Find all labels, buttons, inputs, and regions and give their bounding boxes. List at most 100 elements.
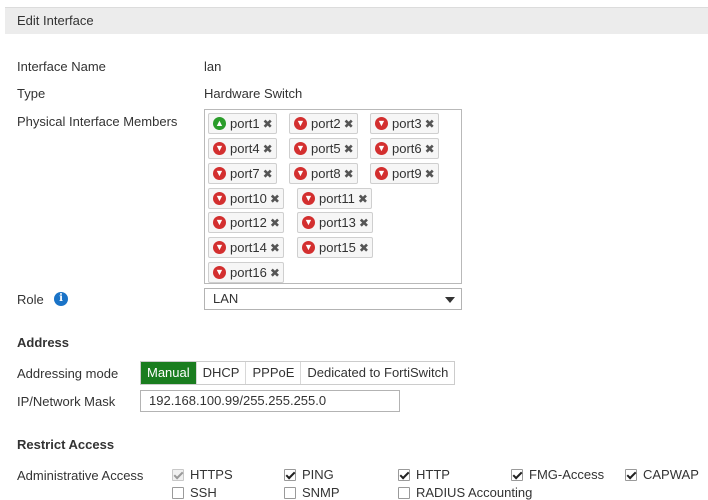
checkbox-checked-icon[interactable] xyxy=(398,468,410,481)
addressing-mode-label: Addressing mode xyxy=(17,366,119,381)
checkbox-unchecked-icon[interactable] xyxy=(172,486,184,499)
admin-access-label: SNMP xyxy=(302,485,340,500)
close-icon[interactable]: ✖ xyxy=(358,192,368,206)
admin-access-label: RADIUS Accounting xyxy=(416,485,533,500)
close-icon[interactable]: ✖ xyxy=(425,117,435,131)
addressing-mode-option-manual[interactable]: Manual xyxy=(141,362,196,384)
member-chip-label: port9 xyxy=(392,166,422,181)
close-icon[interactable]: ✖ xyxy=(425,142,435,156)
addressing-mode-option-dedicated-to-fortiswitch[interactable]: Dedicated to FortiSwitch xyxy=(300,362,454,384)
interface-name-label: Interface Name xyxy=(17,59,106,74)
member-chip-label: port13 xyxy=(319,215,356,230)
interface-name-value: lan xyxy=(204,59,222,74)
admin-access-label: SSH xyxy=(190,485,217,500)
administrative-access-label: Administrative Access xyxy=(17,468,144,483)
ip-mask-value: 192.168.100.99/255.255.255.0 xyxy=(149,393,327,408)
member-chip-port2: ▼ port2 ✖ xyxy=(289,113,358,134)
admin-access-ping-checkbox[interactable]: PING xyxy=(284,467,334,482)
member-chip-label: port16 xyxy=(230,265,267,280)
member-chip-label: port12 xyxy=(230,215,267,230)
admin-access-ssh-checkbox[interactable]: SSH xyxy=(172,485,217,500)
type-value: Hardware Switch xyxy=(204,86,303,101)
close-icon[interactable]: ✖ xyxy=(263,117,273,131)
arrow-down-circle-icon: ▼ xyxy=(294,167,307,180)
member-chip-port16: ▼ port16 ✖ xyxy=(208,262,284,283)
member-chip-port1: ▲ port1 ✖ xyxy=(208,113,277,134)
close-icon[interactable]: ✖ xyxy=(270,192,280,206)
member-chip-port14: ▼ port14 ✖ xyxy=(208,237,284,258)
arrow-down-circle-icon: ▼ xyxy=(294,142,307,155)
member-chip-label: port1 xyxy=(230,116,260,131)
admin-access-label: CAPWAP xyxy=(643,467,699,482)
member-chip-label: port11 xyxy=(319,191,355,206)
member-chip-port8: ▼ port8 ✖ xyxy=(289,163,358,184)
arrow-down-circle-icon: ▼ xyxy=(213,266,226,279)
admin-access-capwap-checkbox[interactable]: CAPWAP xyxy=(625,467,699,482)
members-label: Physical Interface Members xyxy=(17,114,178,129)
ip-mask-input[interactable]: 192.168.100.99/255.255.255.0 xyxy=(140,390,400,412)
addressing-mode-option-dhcp[interactable]: DHCP xyxy=(195,362,246,384)
member-chip-port10: ▼ port10 ✖ xyxy=(208,188,284,209)
admin-access-radius-accounting-checkbox[interactable]: RADIUS Accounting xyxy=(398,485,532,500)
close-icon[interactable]: ✖ xyxy=(270,216,280,230)
checkbox-checked-icon[interactable] xyxy=(284,468,296,481)
type-label: Type xyxy=(17,86,46,101)
arrow-down-circle-icon: ▼ xyxy=(213,142,226,155)
close-icon[interactable]: ✖ xyxy=(344,142,354,156)
role-select-value: LAN xyxy=(213,291,239,306)
restrict-access-section-title: Restrict Access xyxy=(17,437,115,452)
admin-access-fmg-access-checkbox[interactable]: FMG-Access xyxy=(511,467,604,482)
member-chip-label: port4 xyxy=(230,141,260,156)
role-label: Role xyxy=(17,292,44,307)
member-chip-port6: ▼ port6 ✖ xyxy=(370,138,439,159)
arrow-down-circle-icon: ▼ xyxy=(213,241,226,254)
close-icon[interactable]: ✖ xyxy=(270,241,280,255)
member-chip-label: port15 xyxy=(319,240,356,255)
close-icon[interactable]: ✖ xyxy=(425,167,435,181)
member-chip-label: port3 xyxy=(392,116,422,131)
checkbox-checked-icon[interactable] xyxy=(625,468,637,481)
members-box[interactable]: ▲ port1 ✖ ▼ port2 ✖ ▼ port3 ✖ ▼ port4 ✖ ▼ port5 ✖ ▼ port… xyxy=(204,109,462,284)
checkbox-unchecked-icon[interactable] xyxy=(398,486,410,499)
admin-access-http-checkbox[interactable]: HTTP xyxy=(398,467,450,482)
admin-access-https-checkbox: HTTPS xyxy=(172,467,233,482)
checkbox-checked-icon xyxy=(172,468,184,481)
member-chip-port11: ▼ port11 ✖ xyxy=(297,188,372,209)
member-chip-label: port10 xyxy=(230,191,267,206)
addressing-mode-option-pppoe[interactable]: PPPoE xyxy=(245,362,300,384)
arrow-down-circle-icon: ▼ xyxy=(302,216,315,229)
panel-title: Edit Interface xyxy=(17,13,94,28)
member-chip-label: port14 xyxy=(230,240,267,255)
info-icon[interactable]: i xyxy=(54,292,68,306)
arrow-down-circle-icon: ▼ xyxy=(213,167,226,180)
close-icon[interactable]: ✖ xyxy=(270,266,280,280)
member-chip-label: port7 xyxy=(230,166,260,181)
close-icon[interactable]: ✖ xyxy=(344,167,354,181)
member-chip-port7: ▼ port7 ✖ xyxy=(208,163,277,184)
checkbox-unchecked-icon[interactable] xyxy=(284,486,296,499)
admin-access-label: HTTP xyxy=(416,467,450,482)
arrow-down-circle-icon: ▼ xyxy=(375,117,388,130)
admin-access-label: HTTPS xyxy=(190,467,233,482)
member-chip-port9: ▼ port9 ✖ xyxy=(370,163,439,184)
admin-access-label: PING xyxy=(302,467,334,482)
admin-access-snmp-checkbox[interactable]: SNMP xyxy=(284,485,340,500)
role-select[interactable]: LAN xyxy=(204,288,462,310)
chevron-down-icon xyxy=(445,297,455,303)
member-chip-port13: ▼ port13 ✖ xyxy=(297,212,373,233)
arrow-down-circle-icon: ▼ xyxy=(294,117,307,130)
addressing-mode-toggle[interactable]: Manual DHCP PPPoE Dedicated to FortiSwitch xyxy=(140,361,456,385)
member-chip-port5: ▼ port5 ✖ xyxy=(289,138,358,159)
close-icon[interactable]: ✖ xyxy=(344,117,354,131)
close-icon[interactable]: ✖ xyxy=(359,241,369,255)
close-icon[interactable]: ✖ xyxy=(359,216,369,230)
arrow-up-circle-icon: ▲ xyxy=(213,117,226,130)
close-icon[interactable]: ✖ xyxy=(263,142,273,156)
arrow-down-circle-icon: ▼ xyxy=(213,192,226,205)
arrow-down-circle-icon: ▼ xyxy=(302,241,315,254)
address-section-title: Address xyxy=(17,335,70,350)
checkbox-checked-icon[interactable] xyxy=(511,468,523,481)
member-chip-label: port5 xyxy=(311,141,341,156)
close-icon[interactable]: ✖ xyxy=(263,167,273,181)
member-chip-port3: ▼ port3 ✖ xyxy=(370,113,439,134)
